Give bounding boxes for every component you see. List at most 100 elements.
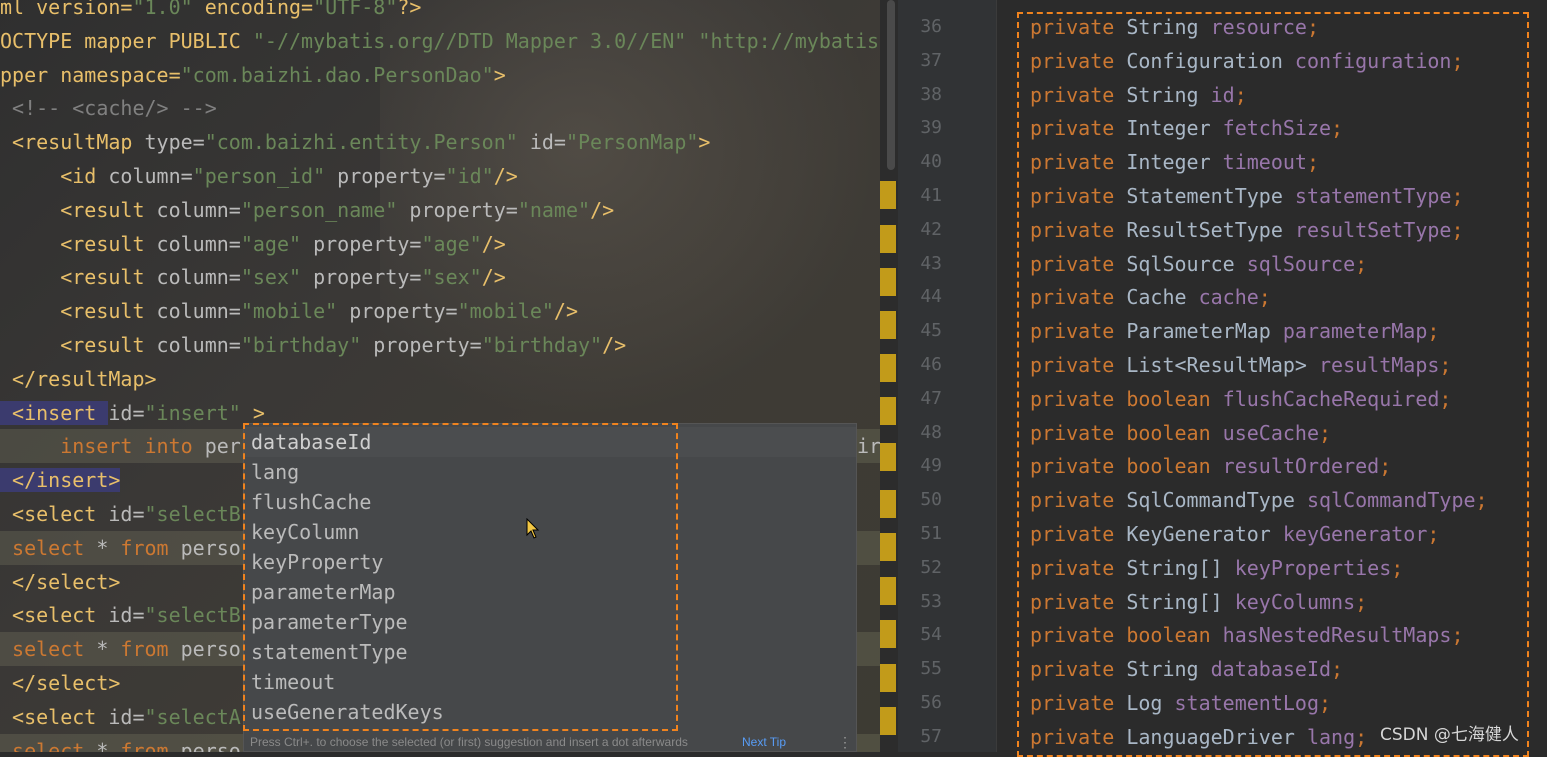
xml-line: ml version="1.0" encoding="UTF-8"?> <box>0 0 421 24</box>
xml-line: pper namespace="com.baizhi.dao.PersonDao… <box>0 58 506 92</box>
xml-line: </select> <box>0 565 120 599</box>
line-number: 46 <box>920 354 942 375</box>
code-token: OCTYPE mapper PUBLIC <box>0 28 253 53</box>
code-token: <result <box>0 299 157 324</box>
stripe-marker[interactable] <box>880 490 896 518</box>
code-token: <result <box>0 197 157 222</box>
code-token: property= <box>301 265 422 290</box>
code-token: column= <box>156 231 241 256</box>
code-token: "sex" <box>421 265 482 290</box>
code-token: id= <box>108 502 145 526</box>
stripe-marker[interactable] <box>880 181 896 209</box>
xml-line: <!-- <cache/> --> <box>0 91 217 125</box>
xml-line: <select id="selectB <box>0 497 241 531</box>
line-number: 41 <box>920 185 942 206</box>
code-token: /> <box>481 265 506 290</box>
code-token: "PersonMap" <box>565 130 699 155</box>
code-token: <resultMap <box>0 130 145 155</box>
line-number: 45 <box>920 320 942 342</box>
code-token: column= <box>156 333 241 357</box>
code-token: /> <box>590 197 615 222</box>
code-token: id= <box>108 704 145 729</box>
stripe-marker[interactable] <box>880 620 896 648</box>
stripe-marker[interactable] <box>880 311 896 339</box>
code-token: "selectA <box>144 704 241 729</box>
code-token: /> <box>553 299 579 324</box>
code-token: * <box>96 637 121 662</box>
line-number: 57 <box>920 725 942 747</box>
code-token: column= <box>108 164 193 188</box>
code-token: <result <box>0 333 157 357</box>
code-token: from <box>120 738 181 752</box>
xml-line: <select id="selectA <box>0 700 241 734</box>
code-token: "id" <box>445 164 494 188</box>
code-token: </select> <box>0 569 121 594</box>
code-token: id= <box>517 130 566 155</box>
line-number-gutter <box>898 0 997 752</box>
code-token: id= <box>108 603 145 628</box>
code-token: "insert" <box>144 400 241 425</box>
code-token: perso <box>180 738 241 752</box>
mouse-cursor-icon <box>526 518 540 539</box>
code-token: "mobile" <box>457 299 554 324</box>
code-token: property= <box>325 164 446 188</box>
xml-line: <insert id="insert" > <box>0 396 265 430</box>
code-token: "age" <box>240 231 302 256</box>
code-token: perso <box>180 637 241 662</box>
code-token: "http://mybatis.c <box>698 28 880 53</box>
code-token: </insert> <box>0 468 121 493</box>
code-token: /> <box>602 333 627 357</box>
xml-line: <id column="person_id" property="id"/> <box>0 159 518 193</box>
code-token: insert into <box>0 434 205 459</box>
code-token: type= <box>144 130 205 155</box>
stripe-marker[interactable] <box>880 664 896 692</box>
code-token: column= <box>156 265 241 290</box>
line-number: 36 <box>920 16 942 37</box>
watermark: CSDN @七海健人 <box>1380 725 1519 745</box>
xml-line: OCTYPE mapper PUBLIC "-//mybatis.org//DT… <box>0 24 880 58</box>
code-token: "selectB <box>144 502 241 526</box>
stripe-marker[interactable] <box>880 354 896 382</box>
stripe-marker[interactable] <box>880 707 896 735</box>
code-token: "1.0" <box>132 0 193 19</box>
code-token: encoding= <box>192 0 314 19</box>
next-tip-link[interactable]: Next Tip <box>742 733 786 751</box>
xml-line: <select id="selectB <box>0 598 241 632</box>
stripe-marker[interactable] <box>880 268 896 296</box>
popup-footer-hint: Press Ctrl+. to choose the selected (or … <box>250 735 688 749</box>
stripe-marker[interactable] <box>880 443 896 471</box>
code-token: <select <box>0 704 109 729</box>
stripe-marker[interactable] <box>880 533 896 561</box>
xml-line: </resultMap> <box>0 362 157 396</box>
code-token: <insert <box>0 400 109 425</box>
code-token: <select <box>0 603 109 628</box>
stripe-marker[interactable] <box>880 577 896 605</box>
code-token: > <box>240 400 265 425</box>
code-token: ?> <box>397 0 422 19</box>
more-options-icon[interactable]: ⋮ <box>838 733 852 751</box>
code-token: "UTF-8" <box>313 0 398 19</box>
stripe-marker[interactable] <box>880 225 896 253</box>
xml-line: <result column="mobile" property="mobile… <box>0 294 578 328</box>
code-token: select <box>0 535 97 560</box>
line-number: 40 <box>920 151 942 173</box>
code-token: property= <box>397 197 518 222</box>
code-token: > <box>493 62 506 87</box>
stripe-marker[interactable] <box>880 397 896 425</box>
code-token: irth <box>857 434 880 459</box>
code-token: "mobile" <box>240 299 338 324</box>
xml-line: <result column="birthday" property="birt… <box>0 328 626 362</box>
code-token: <id <box>0 164 109 188</box>
code-token: * <box>96 738 121 752</box>
code-token: /> <box>493 164 518 188</box>
code-token: <!-- <cache/> --> <box>0 96 217 121</box>
code-token: column= <box>156 197 241 222</box>
line-number: 53 <box>920 590 942 612</box>
xml-line: <result column="age" property="age"/> <box>0 227 506 261</box>
code-token: "person_name" <box>240 197 398 222</box>
code-token: "name" <box>517 197 591 222</box>
code-token: id= <box>108 400 145 425</box>
scrollbar-thumb[interactable] <box>887 0 895 170</box>
line-number: 51 <box>920 523 942 544</box>
